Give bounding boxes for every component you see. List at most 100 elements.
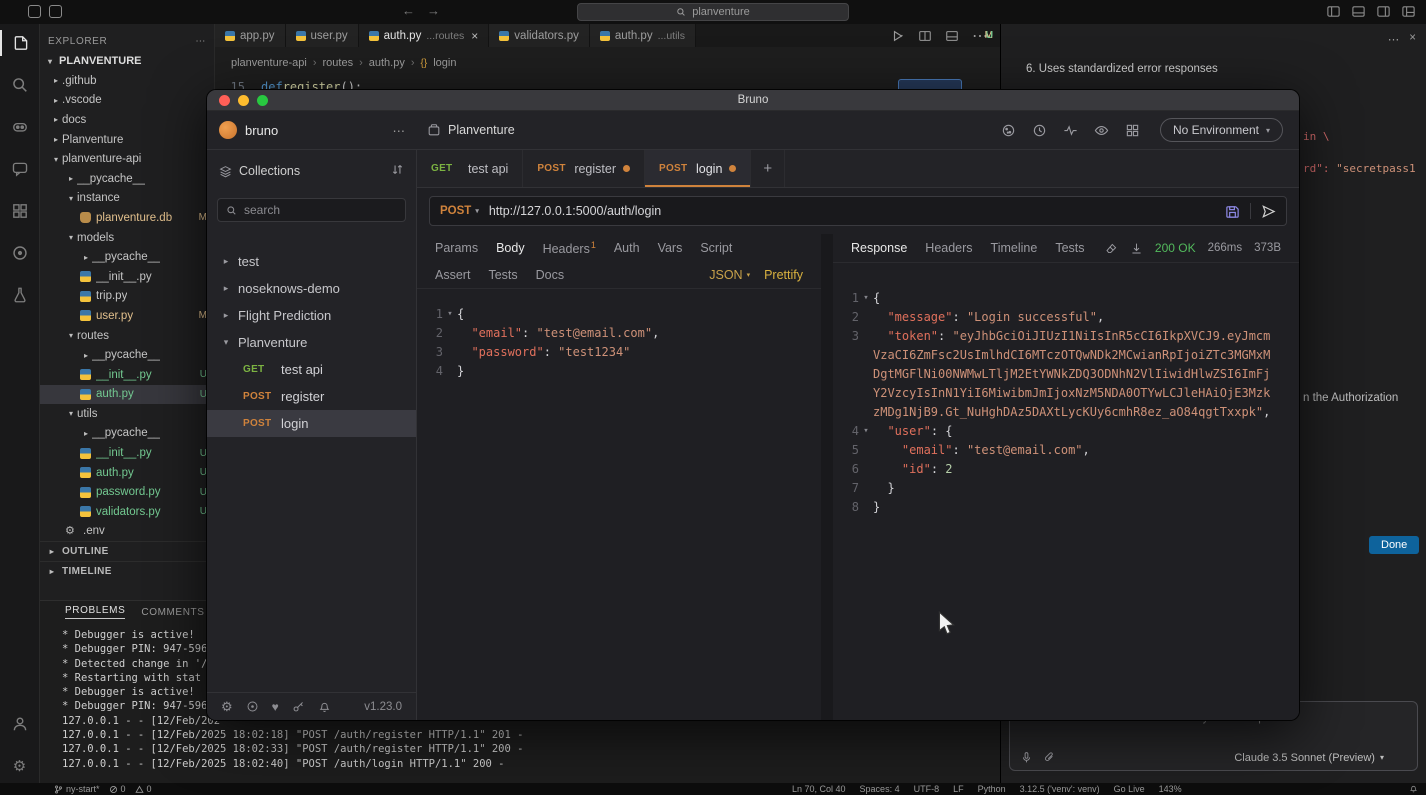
sidebar-section-outline[interactable]: ▸ OUTLINE [40, 541, 214, 561]
response-tab-headers[interactable]: Headers [925, 241, 972, 255]
explorer-item-auth-py[interactable]: auth.py U [40, 384, 214, 405]
explorer-item--init-py[interactable]: __init__.py U [40, 443, 214, 463]
request-tab-vars[interactable]: Vars [658, 241, 683, 255]
request-tab-post-login[interactable]: POST login [645, 150, 752, 187]
minimize-window-button[interactable] [238, 95, 249, 106]
pane-divider[interactable] [821, 234, 833, 720]
explorer-root-folder[interactable]: ▾ PLANVENTURE [40, 51, 214, 71]
test-view-icon[interactable] [0, 282, 40, 308]
cookie-icon[interactable] [246, 700, 259, 713]
status-item-spaces-4[interactable]: Spaces: 4 [860, 784, 900, 794]
git-branch-item[interactable]: ny-start* [54, 784, 100, 794]
url-bar[interactable]: POST ▾ http://127.0.0.1:5000/auth/login [429, 196, 1287, 226]
sort-icon[interactable] [391, 163, 404, 176]
body-mode-selector[interactable]: JSON ▾ [709, 268, 750, 282]
explorer-item--init-py[interactable]: __init__.py U [40, 365, 214, 385]
request-get-test-api[interactable]: GET test api [207, 356, 416, 383]
workspace-selector[interactable]: Planventure [417, 123, 515, 137]
request-body-editor[interactable]: 1 ▾{2 "email": "test@email.com", 3 "passwo… [417, 288, 821, 720]
explorer-item-user-py[interactable]: user.py M [40, 306, 214, 326]
layout-panel-icon[interactable] [1351, 4, 1366, 19]
explorer-item--vscode[interactable]: ▸ .vscode [40, 91, 214, 111]
response-body-viewer[interactable]: 1 ▾{2 "message": "Login successful", 3 "to… [833, 262, 1299, 720]
editor-tab-user-py[interactable]: user.py M [285, 24, 993, 47]
collection-flight-prediction[interactable]: ▸ Flight Prediction [207, 302, 416, 329]
activity-pulse-icon[interactable] [1063, 123, 1078, 138]
extensions-view-icon[interactable] [0, 198, 40, 224]
collections-header[interactable]: Collections [207, 158, 416, 184]
response-tab-tests[interactable]: Tests [1055, 241, 1084, 255]
explorer-item-trip-py[interactable]: trip.py [40, 287, 214, 307]
panel-more-icon[interactable]: ⋯ [1388, 32, 1400, 46]
explorer-item--init-py[interactable]: __init__.py [40, 267, 214, 287]
done-button[interactable]: Done [1369, 536, 1420, 554]
editor-tab-app-py[interactable]: app.py M [215, 24, 993, 47]
send-icon[interactable] [1394, 751, 1407, 764]
download-response-icon[interactable] [1130, 242, 1143, 255]
request-tab-auth[interactable]: Auth [614, 241, 640, 255]
customize-layout-icon[interactable] [1401, 4, 1416, 19]
explorer-item-password-py[interactable]: password.py U [40, 482, 214, 502]
window-controls[interactable] [28, 5, 62, 18]
notifications-bell-icon[interactable] [1409, 784, 1418, 795]
status-item-ln-70-col-40[interactable]: Ln 70, Col 40 [792, 784, 846, 794]
cookie-icon[interactable] [1001, 123, 1016, 138]
bruno-titlebar[interactable]: Bruno [207, 90, 1299, 111]
request-tab-headers[interactable]: Headers1 [543, 240, 596, 256]
explorer-item--env[interactable]: ⚙ .env [40, 522, 214, 542]
breadcrumb-item[interactable]: planventure-api [231, 57, 307, 69]
save-icon[interactable] [1225, 204, 1240, 219]
explorer-item-instance[interactable]: ▾ instance [40, 189, 214, 209]
search-view-icon[interactable] [0, 72, 40, 98]
status-item-go-live[interactable]: Go Live [1114, 784, 1145, 794]
clear-response-icon[interactable] [1105, 242, 1118, 255]
new-request-tab-button[interactable]: + [751, 150, 786, 187]
sidebar-section-timeline[interactable]: ▸ TIMELINE [40, 561, 214, 581]
collection-search-input[interactable]: search [217, 198, 406, 222]
explorer-item--github[interactable]: ▸ .github [40, 71, 214, 91]
window-control-icon[interactable] [49, 5, 62, 18]
explorer-item-routes[interactable]: ▾ routes [40, 326, 214, 346]
close-window-button[interactable] [219, 95, 230, 106]
nav-back-icon[interactable]: ← [402, 3, 415, 18]
request-tab-post-register[interactable]: POST register [523, 150, 645, 187]
layout-secondary-sidebar-icon[interactable] [1376, 4, 1391, 19]
eye-icon[interactable] [1094, 123, 1109, 138]
layout-icon[interactable] [945, 29, 959, 43]
settings-gear-icon[interactable]: ⚙ [221, 699, 233, 715]
bell-icon[interactable] [318, 700, 331, 713]
prettify-button[interactable]: Prettify [764, 268, 803, 282]
request-tab-get-test-api[interactable]: GET test api [417, 150, 524, 187]
explorer-item-auth-py[interactable]: auth.py U [40, 463, 214, 483]
response-tab-response[interactable]: Response [851, 241, 907, 255]
history-clock-icon[interactable] [1032, 123, 1047, 138]
explorer-item--pycache-[interactable]: ▸ __pycache__ [40, 345, 214, 365]
docker-view-icon[interactable] [0, 240, 40, 266]
layout-sidebar-icon[interactable] [1326, 4, 1341, 19]
explorer-item--pycache-[interactable]: ▸ __pycache__ [40, 247, 214, 267]
explorer-more-actions-icon[interactable]: ⋯ [195, 36, 206, 47]
window-control-icon[interactable] [28, 5, 41, 18]
bruno-menu-icon[interactable]: ⋯ [393, 123, 406, 138]
nav-forward-icon[interactable]: → [427, 3, 440, 18]
status-item-3-12-5-venv-venv-[interactable]: 3.12.5 ('venv': venv) [1020, 784, 1100, 794]
panel-tab-problems[interactable]: PROBLEMS [65, 605, 126, 619]
explorer-item--pycache-[interactable]: ▸ __pycache__ [40, 169, 214, 189]
account-icon[interactable] [0, 711, 40, 737]
collection-noseknows-demo[interactable]: ▸ noseknows-demo [207, 275, 416, 302]
editor-tab-validators-py[interactable]: validators.py U [489, 24, 993, 47]
explorer-view-icon[interactable] [0, 30, 40, 56]
panel-tab-comments[interactable]: COMMENTS [141, 607, 204, 618]
explorer-item-planventure-api[interactable]: ▾ planventure-api [40, 149, 214, 169]
maximize-window-button[interactable] [257, 95, 268, 106]
mic-icon[interactable] [1020, 751, 1033, 764]
explorer-item-docs[interactable]: ▸ docs [40, 110, 214, 130]
fold-icon[interactable]: ▾ [859, 289, 873, 308]
url-input[interactable]: http://127.0.0.1:5000/auth/login [489, 204, 1215, 218]
breadcrumb-item[interactable]: auth.py [369, 57, 405, 69]
collection-test[interactable]: ▸ test [207, 248, 416, 275]
command-center-search[interactable]: planventure [577, 3, 849, 21]
close-icon[interactable]: × [471, 29, 478, 43]
request-tab-docs[interactable]: Docs [536, 268, 564, 282]
request-tab-script[interactable]: Script [700, 241, 732, 255]
